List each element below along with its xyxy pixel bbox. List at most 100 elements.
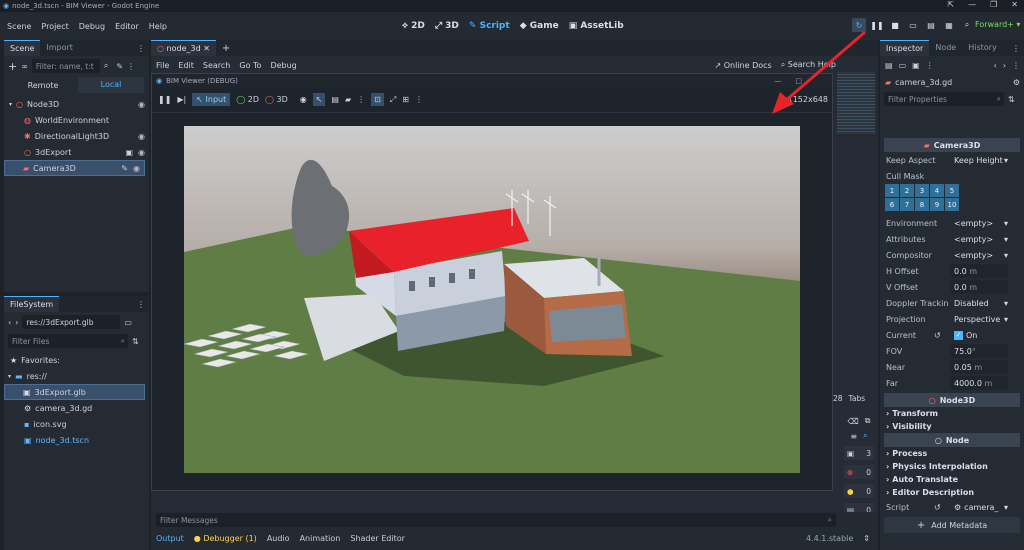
focus-icon[interactable]: ⊡ [371,93,384,106]
environment-picker[interactable]: <empty> ▾ [950,216,1008,230]
maximize-button[interactable]: ❐ [990,0,997,9]
stop-icon[interactable]: ■ [888,18,902,32]
game-viewport[interactable] [184,126,800,473]
more-icon[interactable]: ⋮ [357,95,365,104]
inspected-object[interactable]: camera_3d.gd [895,78,952,87]
more-icon[interactable]: ⋮ [415,95,423,104]
tab-animation[interactable]: Animation [300,534,341,543]
expand-arrow-icon[interactable]: ▾ [9,101,12,108]
cull-layer[interactable]: 5 [945,184,959,197]
h-offset-field[interactable]: 0.0 m [950,264,1008,278]
script-menu-edit[interactable]: Edit [178,61,194,70]
cull-layer[interactable]: 8 [915,198,929,211]
cull-layer[interactable]: 1 [885,184,899,197]
warning-count-button[interactable]: ● 0 [844,484,874,498]
new-resource-icon[interactable]: ▤ [885,61,893,70]
path-input[interactable]: res://3dExport.glb [22,315,121,329]
workspace-3d[interactable]: ⤢ 3D [435,21,459,31]
tab-history[interactable]: History [962,40,1002,56]
tab-audio[interactable]: Audio [267,534,290,543]
revert-icon[interactable]: ↺ [934,331,941,340]
run-scene-icon[interactable]: ▤ [924,18,938,32]
visibility-eye-icon[interactable]: ◉ [138,148,145,157]
menu-debug[interactable]: Debug [79,22,105,31]
current-checkbox[interactable]: ✓ On [950,328,1008,342]
tree-node-directionallight3d[interactable]: ✱ DirectionalLight3D ◉ [4,128,149,144]
renderer-selector[interactable]: Forward+ ▾ [975,20,1020,29]
fov-field[interactable]: 75.0 ° [950,344,1008,358]
script-attached-icon[interactable]: ✎ [121,164,128,173]
remote-debug-icon[interactable]: ⌕ [960,18,974,32]
select-mode-icon[interactable]: ↖ [312,93,326,106]
tab-debugger[interactable]: ● Debugger (1) [194,534,257,543]
cull-layer[interactable]: 7 [900,198,914,211]
camera-override-icon[interactable]: ▰ [345,95,351,104]
filter-icon[interactable]: ≡ [850,432,857,441]
favorites-item[interactable]: ★ Favorites: [4,352,149,368]
attributes-picker[interactable]: <empty> ▾ [950,232,1008,246]
back-icon[interactable]: ‹ [8,318,11,327]
tab-inspector[interactable]: Inspector [880,40,930,56]
script-menu-debug[interactable]: Debug [270,61,296,70]
link-icon[interactable]: ∞ [21,62,28,71]
fullscreen-icon[interactable]: ⤢ [390,95,396,105]
forward-icon[interactable]: › [1003,61,1006,70]
node3d-section-header[interactable]: ○ Node3D [884,393,1020,407]
save-icon[interactable]: ▣ [912,61,920,70]
dock-menu-icon[interactable]: ⋮ [1012,44,1020,53]
workspace-2d[interactable]: ⟡ 2D [402,21,425,31]
tab-filesystem[interactable]: FileSystem [4,296,60,312]
collapse-panel-icon[interactable]: ⇕ [863,534,870,543]
auto-translate-section[interactable]: › Auto Translate [880,473,1024,486]
add-tab-icon[interactable]: + [222,43,230,54]
editor-description-section[interactable]: › Editor Description [880,486,1024,499]
close-button[interactable]: ✕ [1011,0,1018,9]
tab-node[interactable]: Node [929,40,962,56]
menu-scene[interactable]: Scene [7,22,31,31]
add-metadata-button[interactable]: + Add Metadata [884,517,1020,533]
forward-icon[interactable]: › [15,318,18,327]
workspace-game[interactable]: ◆ Game [520,21,559,31]
visibility-eye-icon[interactable]: ◉ [133,164,140,173]
compositor-picker[interactable]: <empty> ▾ [950,248,1008,262]
tree-node-worldenvironment[interactable]: ◍ WorldEnvironment [4,112,149,128]
filter-files-input[interactable]: Filter Files ⌕ [8,334,128,348]
sort-icon[interactable]: ⇅ [132,337,139,346]
script-menu-goto[interactable]: Go To [239,61,261,70]
folder-res[interactable]: ▾ ▬ res:// [4,368,149,384]
workspace-script[interactable]: ✎ Script [469,21,510,31]
cull-layer[interactable]: 2 [900,184,914,197]
input-toggle[interactable]: ↖ Input [192,93,231,106]
remote-tab[interactable]: Remote [8,81,78,90]
restore-icon[interactable]: ⇱ [947,0,954,9]
cull-layer[interactable]: 10 [945,198,959,211]
far-field[interactable]: 4000.0 m [950,376,1008,390]
dock-menu-icon[interactable]: ⋮ [137,300,145,309]
add-node-icon[interactable]: + [8,60,17,73]
clear-icon[interactable]: ⌫ [847,417,858,426]
open-icon[interactable]: ▭ [899,61,907,70]
menu-editor[interactable]: Editor [115,22,139,31]
mode-3d-toggle[interactable]: ◯ 3D [265,95,288,104]
script-icon[interactable]: ✎ [116,62,123,71]
scene-filter-input[interactable]: Filter: name, t:t [31,59,100,73]
search-icon[interactable]: ⌕ [863,431,867,441]
split-view-icon[interactable]: ▭ [124,318,132,327]
cull-layer[interactable]: 3 [915,184,929,197]
file-node3d-tscn[interactable]: ▣ node_3d.tscn [4,432,149,448]
more-icon[interactable]: ⋮ [926,61,934,70]
back-icon[interactable]: ‹ [994,61,997,70]
filter-properties-input[interactable]: Filter Properties ⌕ [884,92,1004,106]
next-frame-icon[interactable]: ▶| [177,95,186,104]
revert-icon[interactable]: ↺ [934,503,941,512]
file-3dexport-glb[interactable]: ▣ 3dExport.glb [4,384,145,400]
script-menu-file[interactable]: File [156,61,169,70]
copy-icon[interactable]: ⧉ [865,416,871,426]
dock-menu-icon[interactable]: ⋮ [137,44,145,53]
tab-scene[interactable]: Scene [4,40,41,56]
close-tab-icon[interactable]: ✕ [203,44,210,53]
cull-layer[interactable]: 9 [930,198,944,211]
visibility-eye-icon[interactable]: ◉ [138,100,145,109]
menu-help[interactable]: Help [149,22,167,31]
visibility-section[interactable]: › Visibility [880,420,1024,433]
